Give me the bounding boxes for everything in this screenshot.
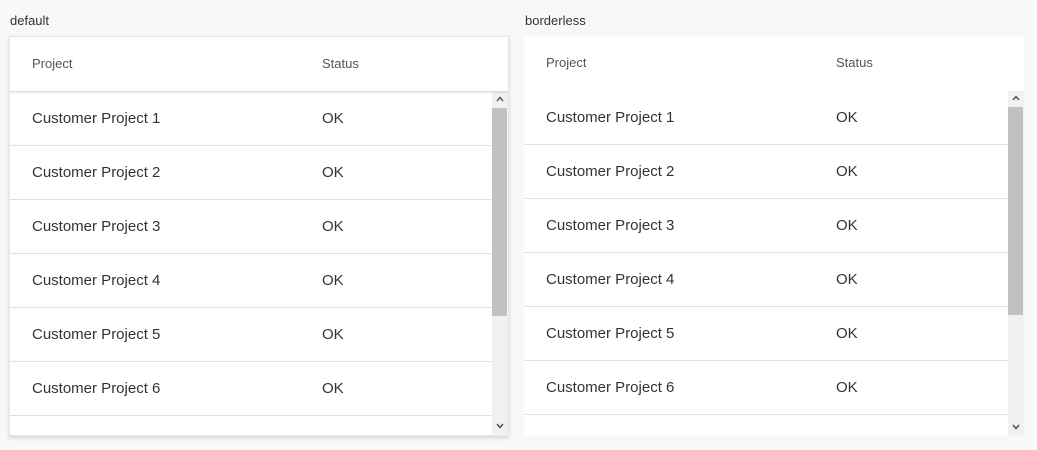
column-header-project[interactable]: Project xyxy=(32,37,72,91)
cell-status: OK xyxy=(836,271,858,288)
variant-label: borderless xyxy=(525,13,586,28)
vertical-scrollbar[interactable] xyxy=(1008,91,1024,436)
cell-project: Customer Project 4 xyxy=(32,272,161,289)
cell-status: OK xyxy=(322,272,344,289)
cell-project: Customer Project 2 xyxy=(546,163,675,180)
grid-header: Project Status xyxy=(524,36,1024,90)
chevron-down-icon[interactable] xyxy=(492,419,508,435)
grid-body: Customer Project 1 OK Customer Project 2… xyxy=(524,91,1008,436)
grid-body: Customer Project 1 OK Customer Project 2… xyxy=(10,92,492,435)
data-grid: Project Status Customer Project 1 OK Cus… xyxy=(9,36,509,436)
cell-status: OK xyxy=(836,325,858,342)
column-header-project[interactable]: Project xyxy=(546,36,586,90)
table-row[interactable]: Customer Project 3 OK xyxy=(10,200,492,254)
cell-status: OK xyxy=(322,380,344,397)
chevron-down-icon[interactable] xyxy=(1008,420,1024,436)
cell-status: OK xyxy=(322,164,344,181)
vertical-scrollbar[interactable] xyxy=(492,92,508,435)
cell-status: OK xyxy=(322,110,344,127)
cell-project: Customer Project 3 xyxy=(546,217,675,234)
scrollbar-thumb[interactable] xyxy=(1008,107,1023,315)
variant-label: default xyxy=(10,13,50,28)
table-row[interactable]: Customer Project 1 OK xyxy=(524,91,1008,145)
cell-project: Customer Project 1 xyxy=(32,110,161,127)
table-row[interactable]: Customer Project 4 OK xyxy=(524,253,1008,307)
table-row[interactable]: Customer Project 5 OK xyxy=(524,307,1008,361)
table-row[interactable]: Customer Project 2 OK xyxy=(524,145,1008,199)
table-row[interactable]: Customer Project 5 OK xyxy=(10,308,492,362)
chevron-up-icon[interactable] xyxy=(1008,91,1024,107)
cell-project: Customer Project 1 xyxy=(546,109,675,126)
cell-status: OK xyxy=(836,379,858,396)
column-header-status[interactable]: Status xyxy=(836,36,873,90)
cell-project: Customer Project 3 xyxy=(32,218,161,235)
chevron-up-icon[interactable] xyxy=(492,92,508,108)
cell-project: Customer Project 5 xyxy=(546,325,675,342)
cell-status: OK xyxy=(322,326,344,343)
data-grid: Project Status Customer Project 1 OK Cus… xyxy=(524,36,1024,436)
cell-status: OK xyxy=(836,163,858,180)
cell-project: Customer Project 4 xyxy=(546,271,675,288)
table-row[interactable]: Customer Project 2 OK xyxy=(10,146,492,200)
cell-status: OK xyxy=(322,218,344,235)
column-header-status[interactable]: Status xyxy=(322,37,359,91)
grid-header: Project Status xyxy=(10,37,508,92)
cell-project: Customer Project 2 xyxy=(32,164,161,181)
table-row[interactable]: Customer Project 1 OK xyxy=(10,92,492,146)
cell-project: Customer Project 6 xyxy=(546,379,675,396)
table-row[interactable]: Customer Project 6 OK xyxy=(10,362,492,416)
scrollbar-thumb[interactable] xyxy=(492,108,507,316)
cell-project: Customer Project 6 xyxy=(32,380,161,397)
table-row[interactable]: Customer Project 6 OK xyxy=(524,361,1008,415)
cell-status: OK xyxy=(836,109,858,126)
table-row[interactable]: Customer Project 4 OK xyxy=(10,254,492,308)
table-row[interactable]: Customer Project 3 OK xyxy=(524,199,1008,253)
cell-project: Customer Project 5 xyxy=(32,326,161,343)
cell-status: OK xyxy=(836,217,858,234)
